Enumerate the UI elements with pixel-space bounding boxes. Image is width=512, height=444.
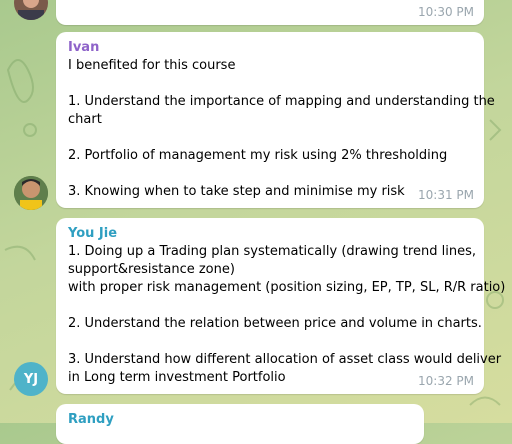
sender-name[interactable]: Ivan	[68, 40, 472, 55]
sender-name[interactable]: Randy	[68, 412, 412, 427]
message-time: 10:31 PM	[418, 188, 474, 202]
message-time: 10:32 PM	[418, 374, 474, 388]
message-bubble-ivan[interactable]: Ivan I benefited for this course 1. Unde…	[56, 32, 495, 208]
message-line: with proper risk management (position si…	[68, 280, 506, 295]
message-line	[68, 333, 472, 351]
user-photo-icon	[14, 176, 48, 210]
message-bubble-you-jie[interactable]: You Jie 1. Doing up a Trading plan syste…	[56, 218, 506, 394]
message-line	[68, 75, 472, 93]
message-line: 1. Understand the importance of mapping …	[68, 94, 495, 109]
message-line	[68, 129, 472, 147]
message-line: 1. Doing up a Trading plan systematicall…	[68, 244, 476, 259]
message-line	[68, 165, 472, 183]
avatar-you-jie[interactable]: YJ	[14, 362, 48, 396]
message-time: 10:30 PM	[418, 5, 474, 19]
sender-name[interactable]: You Jie	[68, 226, 472, 241]
message-line: chart	[68, 112, 102, 127]
message-line: 3. Understand how different allocation o…	[68, 352, 502, 367]
message-line	[68, 297, 472, 315]
message-text: 1. Doing up a Trading plan systematicall…	[68, 243, 506, 387]
message-bubble-previous[interactable]: 10:30 PM	[56, 0, 484, 25]
message-line: support&resistance zone)	[68, 262, 235, 277]
message-bubble-randy[interactable]: Randy	[56, 404, 424, 444]
avatar-initials: YJ	[23, 371, 39, 387]
message-line: 2. Understand the relation between price…	[68, 316, 482, 331]
message-text: I benefited for this course 1. Understan…	[68, 57, 495, 201]
message-line: in Long term investment Portfolio	[68, 370, 286, 385]
avatar-ivan[interactable]	[14, 176, 48, 210]
message-line: I benefited for this course	[68, 58, 236, 73]
message-line: 2. Portfolio of management my risk using…	[68, 148, 448, 163]
message-line: 3. Knowing when to take step and minimis…	[68, 184, 405, 199]
